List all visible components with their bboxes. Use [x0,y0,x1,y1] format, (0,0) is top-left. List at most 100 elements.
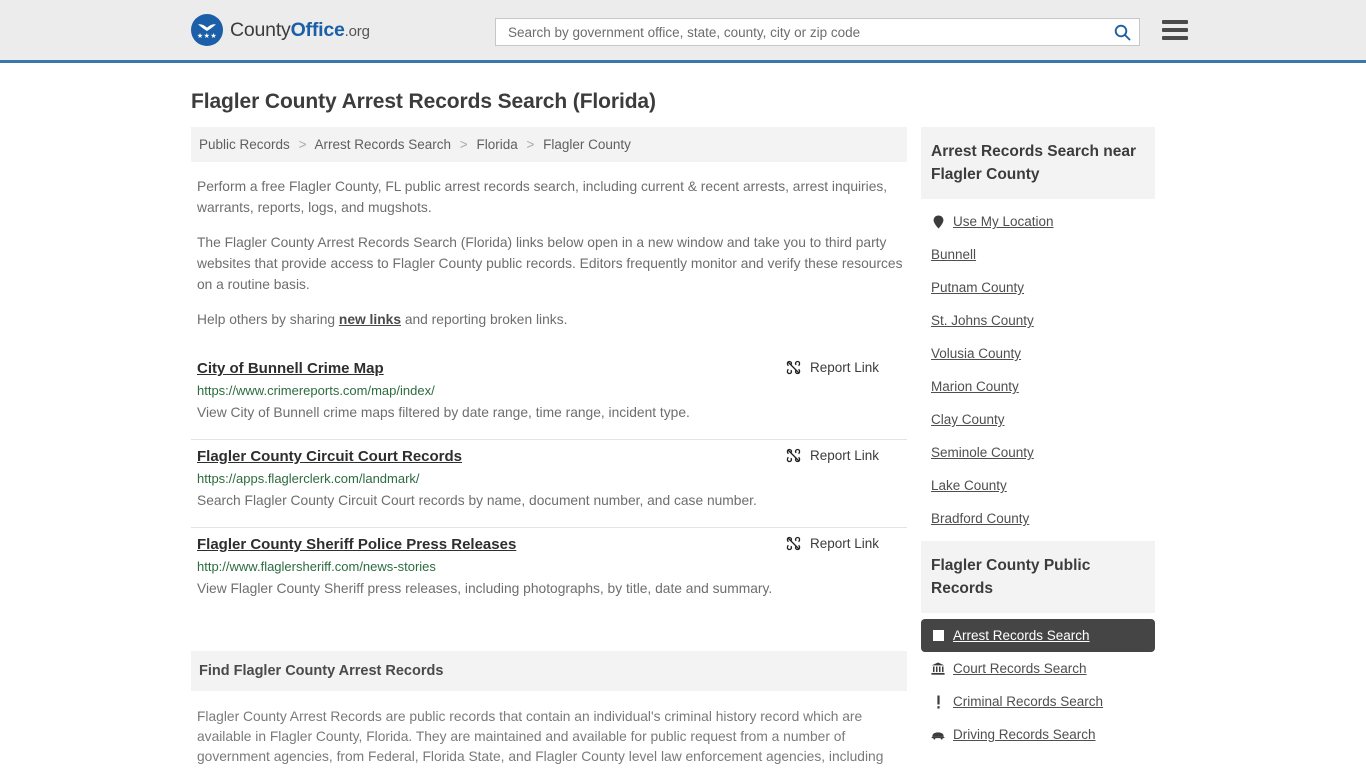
sidebar-item-label: Court Records Search [953,661,1087,676]
result-description: View City of Bunnell crime maps filtered… [197,405,690,420]
sidebar-item-seminole-county[interactable]: Seminole County [921,436,1155,469]
broken-link-icon [786,448,801,463]
hamburger-menu-icon[interactable] [1162,20,1188,40]
result-title-link[interactable]: Flagler County Circuit Court Records [197,448,462,465]
hamburger-bar [1162,20,1188,24]
square-icon [931,630,945,641]
sidebar-item-st-johns-county[interactable]: St. Johns County [921,304,1155,337]
result-header: City of Bunnell Crime Map Report Link [197,360,901,377]
public-records-list: Arrest Records Search Court Records Sear… [921,613,1155,751]
sidebar-item-label: Clay County [931,412,1005,427]
hamburger-bar [1162,36,1188,40]
find-records-paragraph: Flagler County Arrest Records are public… [197,709,884,764]
search-box[interactable] [495,18,1140,46]
logo-text-office: Office [290,18,345,41]
sidebar-item-bradford-county[interactable]: Bradford County [921,502,1155,535]
report-link-button[interactable]: Report Link [786,360,901,375]
search-button[interactable] [1110,24,1135,41]
result-url: https://www.crimereports.com/map/index/ [197,383,435,398]
sidebar-item-driving-records-search[interactable]: Driving Records Search [921,718,1155,751]
content-row: Public Records > Arrest Records Search >… [191,127,1175,768]
nearby-search-list: Use My Location Bunnell Putnam County St… [921,199,1155,535]
public-records-heading: Flagler County Public Records [921,541,1155,613]
site-logo[interactable]: ★★★ CountyOffice.org [191,14,370,46]
find-records-heading: Find Flagler County Arrest Records [191,651,907,691]
nearby-search-heading: Arrest Records Search near Flagler Count… [921,127,1155,199]
public-records-card: Flagler County Public Records Arrest Rec… [921,541,1155,751]
result-title-link[interactable]: Flagler County Sheriff Police Press Rele… [197,536,516,553]
courthouse-icon [931,662,945,675]
car-icon [931,730,945,740]
breadcrumb: Public Records > Arrest Records Search >… [191,127,907,162]
result-header: Flagler County Circuit Court Records Rep… [197,448,901,465]
sidebar: Arrest Records Search near Flagler Count… [921,127,1155,757]
sidebar-item-lake-county[interactable]: Lake County [921,469,1155,502]
page-container: Flagler County Arrest Records Search (Fl… [0,90,1366,768]
sidebar-item-arrest-records-search[interactable]: Arrest Records Search [921,619,1155,652]
report-link-label: Report Link [809,448,879,463]
sidebar-item-putnam-county[interactable]: Putnam County [921,271,1155,304]
report-link-button[interactable]: Report Link [786,536,901,551]
sidebar-item-label: Seminole County [931,445,1034,460]
result-item: Flagler County Circuit Court Records Rep… [191,440,907,528]
new-links-link[interactable]: new links [339,312,401,327]
intro-p3-after: and reporting broken links. [401,312,568,327]
result-url: http://www.flaglersheriff.com/news-stori… [197,559,436,574]
exclamation-icon [931,695,945,709]
sidebar-item-bunnell[interactable]: Bunnell [921,238,1155,271]
report-link-label: Report Link [809,536,879,551]
intro-paragraph-3: Help others by sharing new links and rep… [197,309,903,330]
breadcrumb-separator: > [526,137,535,152]
result-list: City of Bunnell Crime Map Report Link ht… [191,352,907,615]
search-input[interactable] [506,23,1110,41]
intro-p3-before: Help others by sharing [197,312,339,327]
sidebar-item-label: Bradford County [931,511,1030,526]
broken-link-icon [786,536,801,551]
hamburger-bar [1162,28,1188,32]
result-title-link[interactable]: City of Bunnell Crime Map [197,360,384,377]
sidebar-item-court-records-search[interactable]: Court Records Search [921,652,1155,685]
sidebar-item-clay-county[interactable]: Clay County [921,403,1155,436]
page-title: Flagler County Arrest Records Search (Fl… [191,90,656,113]
logo-stars: ★★★ [196,33,218,40]
sidebar-item-criminal-records-search[interactable]: Criminal Records Search [921,685,1155,718]
sidebar-item-label: St. Johns County [931,313,1034,328]
search-area [495,18,1140,46]
eagle-wing-shape [198,24,216,31]
logo-wordmark: CountyOffice.org [230,19,370,42]
sidebar-item-label: Lake County [931,478,1007,493]
main-column: Public Records > Arrest Records Search >… [191,127,907,768]
broken-link-icon [786,360,801,375]
intro-paragraph-1: Perform a free Flagler County, FL public… [197,179,888,215]
breadcrumb-separator: > [459,137,468,152]
sidebar-item-label: Use My Location [953,214,1054,229]
sidebar-item-label: Putnam County [931,280,1025,295]
result-url: https://apps.flaglerclerk.com/landmark/ [197,471,420,486]
sidebar-item-marion-county[interactable]: Marion County [921,370,1155,403]
sidebar-item-use-my-location[interactable]: Use My Location [921,205,1155,238]
site-header: ★★★ CountyOffice.org [0,0,1366,63]
breadcrumb-item-arrest-records-search[interactable]: Arrest Records Search [314,137,451,152]
logo-text-county: County [230,18,291,41]
sidebar-item-label: Volusia County [931,346,1022,361]
sidebar-item-label: Bunnell [931,247,977,262]
breadcrumb-item-flagler-county[interactable]: Flagler County [543,137,631,152]
nearby-search-card: Arrest Records Search near Flagler Count… [921,127,1155,535]
report-link-button[interactable]: Report Link [786,448,901,463]
sidebar-item-label: Marion County [931,379,1019,394]
search-icon [1114,24,1131,40]
result-description: View Flagler County Sheriff press releas… [197,581,773,596]
sidebar-item-label: Arrest Records Search [953,628,1090,643]
breadcrumb-item-public-records[interactable]: Public Records [199,137,290,152]
result-item: City of Bunnell Crime Map Report Link ht… [191,352,907,440]
breadcrumb-separator: > [298,137,307,152]
intro-paragraph-2: The Flagler County Arrest Records Search… [197,235,903,292]
find-records-body: Flagler County Arrest Records are public… [191,707,907,768]
result-header: Flagler County Sheriff Police Press Rele… [197,536,901,553]
intro-section: Perform a free Flagler County, FL public… [191,176,907,330]
logo-text-tld: .org [344,22,370,40]
breadcrumb-item-florida[interactable]: Florida [476,137,517,152]
sidebar-item-label: Criminal Records Search [953,694,1104,709]
result-description: Search Flagler County Circuit Court reco… [197,493,757,508]
sidebar-item-volusia-county[interactable]: Volusia County [921,337,1155,370]
